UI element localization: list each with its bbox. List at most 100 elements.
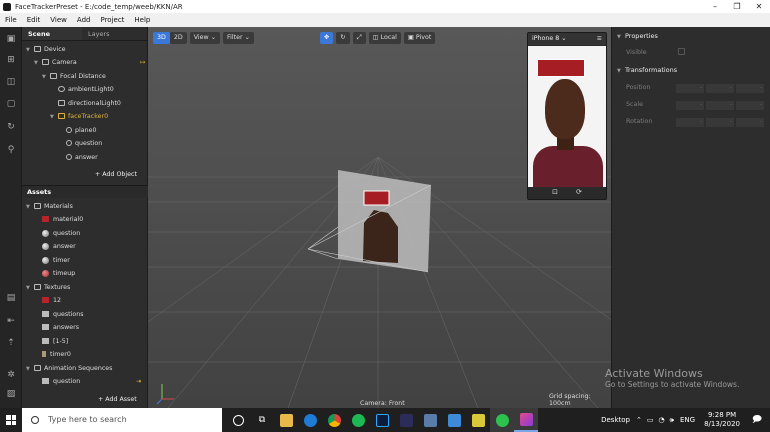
volume-icon[interactable]: 🕪	[670, 416, 674, 425]
minimize-icon[interactable]: –	[704, 0, 726, 13]
asset-texture[interactable]: timer0	[42, 348, 71, 361]
scale-tool-icon[interactable]: ⤢	[352, 32, 366, 44]
device-selector[interactable]: iPhone 8 ⌄	[532, 33, 567, 45]
visible-label: Visible	[626, 49, 647, 56]
tree-item-directional-light[interactable]: directionalLight0	[58, 97, 121, 110]
tree-item-face-tracker[interactable]: ▼ faceTracker0	[50, 110, 108, 123]
tree-item-plane[interactable]: plane0⇥	[66, 124, 161, 137]
bug-icon[interactable]: ✲	[6, 370, 16, 380]
transformations-header[interactable]: ▼ Transformations	[612, 64, 770, 77]
move-tool-icon[interactable]: ✥	[320, 32, 334, 44]
refresh-icon[interactable]: ↻	[6, 122, 16, 132]
device-preview[interactable]: iPhone 8 ⌄ ≡ ⊡ ⟳	[527, 32, 607, 200]
viewport[interactable]: 3D 2D View ⌄ Filter ⌄ ✥ ↻ ⤢ ◫ Local ▣ Pi…	[148, 27, 611, 408]
menu-icon[interactable]: ≡	[597, 33, 602, 45]
material-sphere-icon	[42, 229, 49, 237]
animation-sequences-folder[interactable]: ▼ Animation Sequences	[26, 362, 112, 375]
menu-help[interactable]: Help	[134, 16, 150, 24]
maximize-icon[interactable]: ❐	[726, 0, 748, 13]
add-asset-button[interactable]: + Add Asset	[98, 396, 137, 403]
cortana-icon[interactable]	[226, 408, 250, 432]
clock[interactable]: 9:28 PM 8/13/2020	[704, 411, 740, 429]
add-object-button[interactable]: + Add Object	[95, 171, 137, 178]
menu-file[interactable]: File	[5, 16, 17, 24]
texture-icon	[42, 297, 49, 303]
asset-texture[interactable]: questions	[42, 308, 84, 321]
search-icon[interactable]: ⚲	[6, 145, 16, 155]
game-icon[interactable]	[418, 408, 442, 432]
menu-view[interactable]: View	[50, 16, 67, 24]
vscode-icon[interactable]	[394, 408, 418, 432]
task-view-icon[interactable]: ⧉	[250, 408, 274, 432]
question-card	[537, 59, 585, 77]
desktop-label[interactable]: Desktop	[601, 416, 630, 424]
folder-icon[interactable]: ▤	[6, 293, 16, 303]
properties-header[interactable]: ▼ Properties	[612, 30, 770, 43]
chevron-up-icon[interactable]: ⌃	[636, 416, 642, 424]
menu-edit[interactable]: Edit	[27, 16, 41, 24]
filter-dropdown[interactable]: Filter ⌄	[222, 32, 254, 44]
upload-icon[interactable]: ⇡	[6, 338, 16, 348]
textures-folder[interactable]: ▼ Textures	[26, 281, 70, 294]
close-icon[interactable]: ✕	[748, 0, 770, 13]
sticky-notes-icon[interactable]	[466, 408, 490, 432]
notification-center-icon[interactable]: 🗩	[752, 412, 762, 428]
tab-layers[interactable]: Layers	[82, 27, 116, 40]
scale-fields[interactable]: ---	[676, 101, 764, 110]
grid-icon[interactable]: ⊞	[6, 55, 16, 65]
asset-material[interactable]: timeup	[42, 267, 75, 280]
rotate-device-icon[interactable]: ⟳	[576, 185, 582, 199]
asset-material[interactable]: question	[42, 227, 80, 240]
asset-material[interactable]: material0	[42, 213, 83, 226]
animation-icon	[42, 378, 49, 384]
asset-texture[interactable]: [1-5]	[42, 335, 68, 348]
patch-editor-icon[interactable]: ◫	[6, 77, 16, 87]
tree-item-ambient-light[interactable]: ambientLight0	[58, 83, 114, 96]
menu-project[interactable]: Project	[100, 16, 124, 24]
view-dropdown[interactable]: View ⌄	[189, 32, 220, 44]
photoshop-icon[interactable]	[370, 408, 394, 432]
asset-material[interactable]: answer	[42, 240, 76, 253]
language-indicator[interactable]: ENG	[680, 416, 695, 424]
eye-icon	[66, 154, 72, 160]
edge-icon[interactable]	[298, 408, 322, 432]
chrome-icon[interactable]	[322, 408, 346, 432]
mode-3d-button[interactable]: 3D	[153, 32, 170, 44]
file-explorer-icon[interactable]	[274, 408, 298, 432]
rotate-tool-icon[interactable]: ↻	[336, 32, 350, 44]
visible-checkbox[interactable]	[678, 48, 685, 55]
tree-item-camera[interactable]: ▼ Camera ↦	[34, 56, 145, 69]
device-icon[interactable]: ▢	[6, 99, 16, 109]
asset-animation[interactable]: question ⇥	[42, 375, 141, 388]
spotify-icon[interactable]	[346, 408, 370, 432]
asset-material[interactable]: timer	[42, 254, 70, 267]
battery-icon[interactable]: ▭	[647, 416, 654, 424]
mode-2d-button[interactable]: 2D	[169, 32, 187, 44]
tree-item-device[interactable]: ▼ Device	[26, 43, 66, 56]
screenshot-icon[interactable]: ⊡	[552, 185, 558, 199]
line-icon[interactable]	[490, 408, 514, 432]
tab-scene[interactable]: Scene	[22, 27, 82, 40]
light-icon	[58, 86, 65, 92]
materials-folder[interactable]: ▼ Materials	[26, 200, 73, 213]
network-icon[interactable]: ◔	[658, 416, 664, 424]
rotation-fields[interactable]: ---	[676, 118, 764, 127]
asset-texture[interactable]: 12	[42, 294, 61, 307]
local-button[interactable]: ◫ Local	[368, 32, 401, 44]
texture-icon	[42, 351, 46, 357]
layout-icon[interactable]: ▣	[6, 34, 16, 44]
asset-texture[interactable]: answers	[42, 321, 79, 334]
notification-icon[interactable]: ▨	[6, 389, 16, 399]
pivot-button[interactable]: ▣ Pivot	[403, 32, 436, 44]
taskbar-search-input[interactable]: Type here to search	[22, 408, 222, 432]
tree-item-answer[interactable]: answer⇥	[66, 151, 161, 164]
position-fields[interactable]: ---	[676, 84, 764, 93]
tree-item-question[interactable]: question⇥	[66, 137, 161, 150]
scene-panel: Scene Layers ▼ Device ▼ Camera ↦ ▼ Focal Dis…	[22, 27, 161, 408]
start-button[interactable]	[0, 408, 22, 432]
tree-item-focal-distance[interactable]: ▼ Focal Distance	[42, 70, 106, 83]
menu-add[interactable]: Add	[77, 16, 91, 24]
export-icon[interactable]: ⇤	[6, 316, 16, 326]
photos-icon[interactable]	[442, 408, 466, 432]
spark-ar-icon[interactable]	[514, 408, 538, 432]
